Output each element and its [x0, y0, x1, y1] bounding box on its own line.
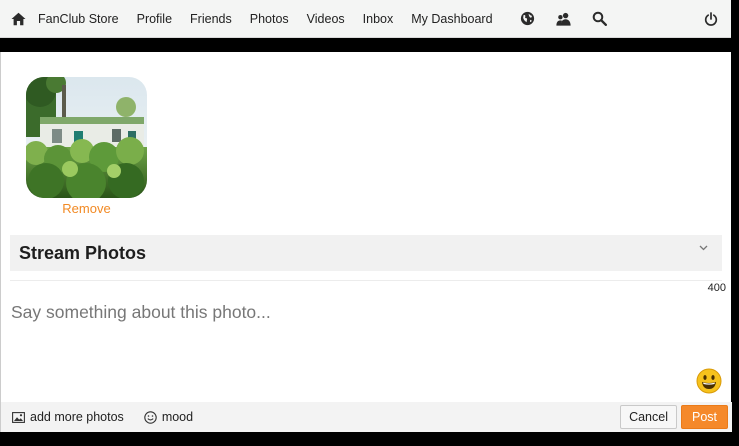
home-button[interactable] [0, 0, 36, 38]
nav-link-inbox[interactable]: Inbox [354, 0, 403, 38]
character-count: 400 [707, 282, 726, 294]
friends-requests-button[interactable] [546, 0, 582, 38]
photo-caption-input[interactable] [11, 292, 701, 332]
photo-preview-image [26, 77, 147, 198]
photo-upload-panel: Remove Stream Photos 400 add more photos [0, 52, 732, 432]
power-icon [704, 11, 718, 26]
composer-footer: add more photos mood Cancel Post [1, 402, 732, 432]
home-icon [11, 12, 25, 25]
search-icon [592, 11, 608, 26]
nav-link-profile[interactable]: Profile [128, 0, 181, 38]
nav-link-friends[interactable]: Friends [181, 0, 241, 38]
stream-photos-title: Stream Photos [19, 242, 147, 263]
chevron-down-icon[interactable] [699, 245, 708, 251]
logout-button[interactable] [693, 0, 729, 38]
divider [10, 280, 722, 281]
nav-link-fanclub-store[interactable]: FanClub Store [36, 0, 128, 38]
search-button[interactable] [582, 0, 618, 38]
post-button[interactable]: Post [680, 405, 728, 429]
stream-photos-header[interactable]: Stream Photos [10, 235, 722, 271]
mood-label: mood [161, 410, 194, 424]
nav-link-videos[interactable]: Videos [298, 0, 354, 38]
nav-link-my-dashboard[interactable]: My Dashboard [402, 0, 501, 38]
add-more-photos-button[interactable]: add more photos [12, 410, 124, 424]
top-navbar: FanClub Store Profile Friends Photos Vid… [0, 0, 731, 38]
globe-button[interactable] [510, 0, 546, 38]
nav-link-photos[interactable]: Photos [241, 0, 298, 38]
emoji-picker-icon[interactable] [696, 368, 722, 394]
globe-icon [520, 11, 535, 26]
smiley-icon [144, 410, 157, 424]
image-icon [12, 411, 25, 423]
uploaded-photo-thumbnail [26, 77, 147, 198]
mood-button[interactable]: mood [144, 410, 193, 424]
people-icon [556, 12, 571, 26]
remove-photo-link[interactable]: Remove [26, 201, 147, 216]
add-more-photos-label: add more photos [30, 410, 124, 424]
cancel-button[interactable]: Cancel [620, 405, 677, 429]
